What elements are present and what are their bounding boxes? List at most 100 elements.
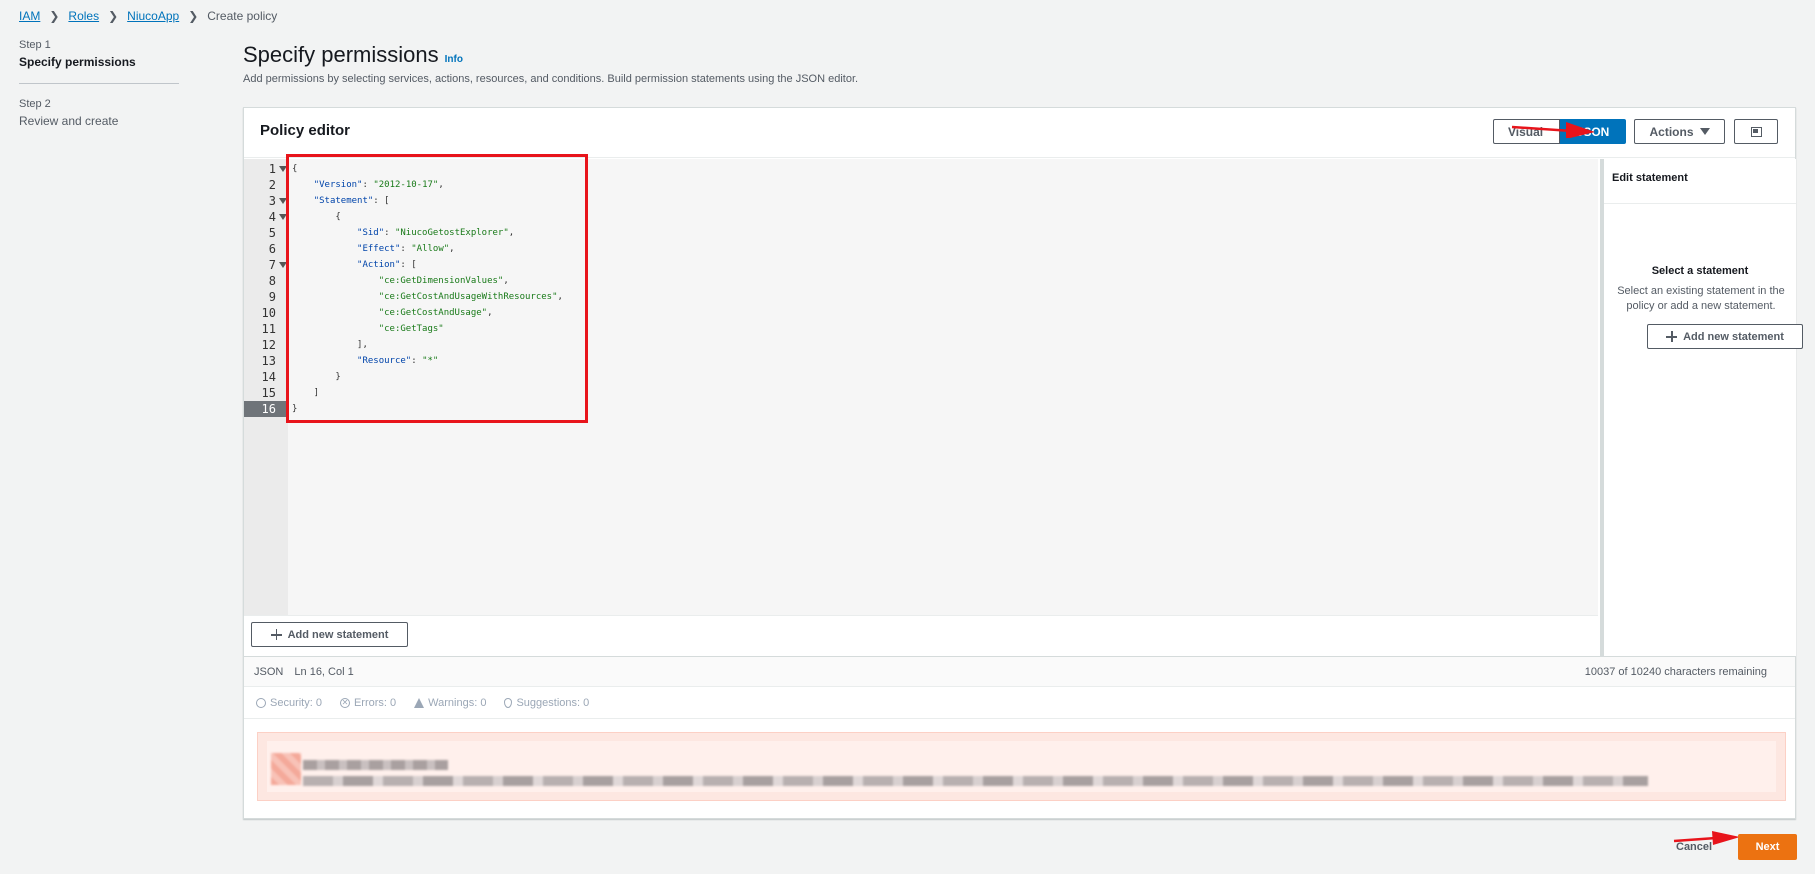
plus-icon: [1666, 331, 1678, 342]
security-count: Security: 0: [270, 697, 322, 709]
side-add-new-statement-button[interactable]: Add new statement: [1647, 324, 1803, 349]
page-title-text: Specify permissions: [243, 42, 439, 67]
line-number: 15: [261, 386, 276, 400]
code-line: "Resource": "*": [357, 356, 439, 366]
code-line: "ce:GetDimensionValues",: [378, 276, 509, 286]
code-line: "Sid": "NiucoGetostExplorer",: [357, 228, 515, 238]
page-description: Add permissions by selecting services, a…: [243, 73, 859, 85]
line-number: 14: [261, 370, 276, 384]
warnings-check[interactable]: Warnings: 0: [414, 697, 486, 709]
editor-status-bar: JSON Ln 16, Col 1 10037 of 10240 charact…: [244, 656, 1795, 687]
blurred-alert-icon: [271, 753, 301, 785]
step-divider: [19, 83, 179, 84]
blurred-alert-title: [303, 760, 448, 770]
code-line: }: [292, 404, 298, 414]
chevron-right-icon: ❯: [108, 9, 119, 23]
code-line: "ce:GetTags": [378, 324, 444, 334]
json-mode-button[interactable]: JSON: [1560, 119, 1626, 144]
step-1-label: Step 1: [19, 39, 51, 51]
code-line: "ce:GetCostAndUsage",: [378, 308, 493, 318]
step-2-label: Step 2: [19, 98, 51, 110]
status-left: JSON Ln 16, Col 1: [254, 666, 362, 678]
fold-toggle-icon[interactable]: [279, 262, 287, 268]
status-cursor-position: Ln 16, Col 1: [294, 666, 354, 678]
validation-bar: Security: 0 ✕ Errors: 0 Warnings: 0 Sugg…: [244, 687, 1795, 719]
breadcrumb: IAM ❯ Roles ❯ NiucoApp ❯ Create policy: [19, 8, 277, 24]
security-check[interactable]: Security: 0: [256, 697, 322, 709]
code-line: ],: [292, 340, 368, 350]
code-area[interactable]: { "Version": "2012-10-17", "Statement": …: [292, 159, 1592, 615]
code-line: "Action": [: [357, 260, 417, 270]
actions-dropdown[interactable]: Actions: [1634, 119, 1725, 144]
shield-icon: [256, 698, 266, 708]
add-statement-bar: [244, 615, 1598, 656]
status-mode: JSON: [254, 666, 284, 678]
cancel-button[interactable]: Cancel: [1676, 841, 1712, 853]
visual-mode-button[interactable]: Visual: [1493, 119, 1560, 144]
breadcrumb-niucoapp[interactable]: NiucoApp: [127, 9, 179, 23]
divider: [1604, 203, 1796, 204]
warning-icon: [414, 698, 425, 708]
next-button[interactable]: Next: [1738, 834, 1797, 860]
caret-down-icon: [1699, 128, 1710, 135]
line-number: 12: [261, 338, 276, 352]
fullscreen-button[interactable]: [1734, 119, 1778, 144]
code-line: "ce:GetCostAndUsageWithResources",: [378, 292, 563, 302]
add-new-statement-label: Add new statement: [287, 628, 389, 641]
line-number: 16: [244, 401, 288, 417]
error-alert: [257, 732, 1786, 801]
step-1-title: Specify permissions: [19, 55, 136, 69]
select-statement-title: Select a statement: [1651, 265, 1749, 277]
breadcrumb-iam[interactable]: IAM: [19, 9, 40, 23]
chevron-right-icon: ❯: [49, 9, 60, 23]
info-link[interactable]: Info: [445, 54, 463, 65]
step-2-title[interactable]: Review and create: [19, 114, 179, 128]
code-line: "Statement": [: [313, 196, 390, 206]
plus-icon: [270, 629, 282, 640]
code-line: }: [292, 372, 341, 382]
lightbulb-icon: [504, 698, 513, 708]
errors-count: Errors: 0: [353, 697, 397, 709]
error-alert-content: [267, 741, 1776, 792]
line-number: 2: [268, 178, 276, 192]
line-number: 6: [268, 242, 276, 256]
policy-editor-title: Policy editor: [260, 122, 351, 139]
line-number: 11: [261, 322, 276, 336]
page-title: Specify permissions Info: [243, 42, 463, 68]
policy-editor-header: Policy editor Visual JSON Actions: [244, 108, 1795, 158]
code-line: {: [292, 212, 341, 222]
errors-check[interactable]: ✕ Errors: 0: [339, 697, 397, 709]
chevron-right-icon: ❯: [188, 9, 199, 23]
side-add-new-statement-label: Add new statement: [1683, 330, 1784, 343]
fold-toggle-icon[interactable]: [279, 198, 287, 204]
breadcrumb-current: Create policy: [207, 9, 278, 23]
line-number: 5: [268, 226, 276, 240]
wizard-steps: Step 1 Specify permissions Step 2 Review…: [19, 39, 179, 128]
fold-toggle-icon[interactable]: [279, 214, 287, 220]
error-x-icon: ✕: [339, 698, 350, 708]
line-number: 10: [261, 306, 276, 320]
suggestions-check[interactable]: Suggestions: 0: [504, 697, 589, 709]
actions-label: Actions: [1649, 124, 1694, 139]
edit-statement-title: Edit statement: [1612, 172, 1688, 184]
code-line: {: [292, 164, 298, 174]
code-line: "Version": "2012-10-17",: [313, 180, 444, 190]
json-code-editor[interactable]: 1 2 3 4 5 6 7 8 9 10 11 12 13 14 15 16 { "Version": "20…: [244, 159, 1598, 615]
blurred-alert-message: [303, 776, 1648, 786]
line-number: 9: [268, 290, 276, 304]
select-statement-description: Select an existing statement in the poli…: [1617, 285, 1785, 312]
code-line: ]: [292, 388, 320, 398]
characters-remaining: 10037 of 10240 characters remaining: [1584, 666, 1767, 678]
fold-toggle-icon[interactable]: [279, 166, 287, 172]
edit-statement-panel: Edit statement Select a statement Select…: [1600, 159, 1803, 656]
breadcrumb-roles[interactable]: Roles: [68, 9, 99, 23]
validation-checks: Security: 0 ✕ Errors: 0 Warnings: 0 Sugg…: [256, 697, 589, 709]
code-line: "Effect": "Allow",: [357, 244, 455, 254]
line-number: 8: [268, 274, 276, 288]
warnings-count: Warnings: 0: [428, 697, 487, 709]
fullscreen-icon: [1750, 126, 1762, 137]
line-number: 13: [261, 354, 276, 368]
editor-mode-toggle: Visual JSON: [1493, 119, 1626, 144]
add-new-statement-button[interactable]: Add new statement: [251, 622, 408, 647]
policy-editor-panel: Policy editor Visual JSON Actions 123456…: [243, 107, 1803, 819]
